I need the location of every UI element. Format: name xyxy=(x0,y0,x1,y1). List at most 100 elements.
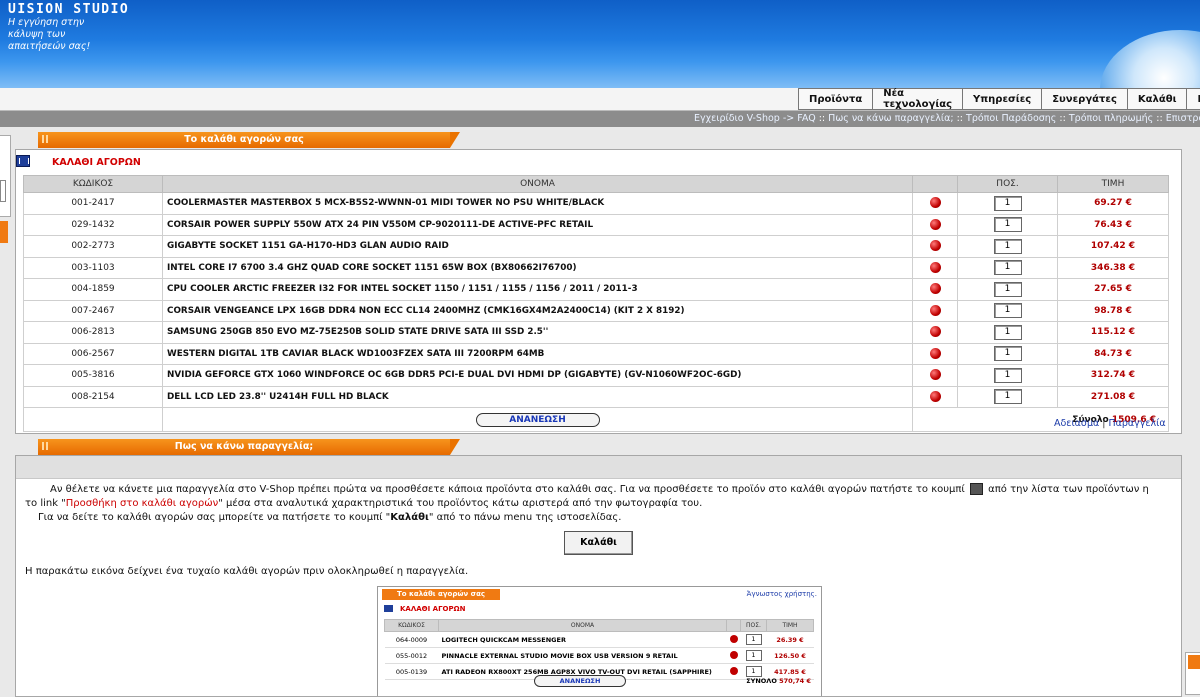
remove-item-icon[interactable] xyxy=(929,369,941,381)
empty-cart-link[interactable]: Αδειασμα xyxy=(1054,418,1099,429)
remove-item-icon[interactable] xyxy=(929,283,941,295)
info-bold-text: Καλάθι xyxy=(390,512,429,523)
row-name[interactable]: CORSAIR VENGEANCE LPX 16GB DDR4 NON ECC … xyxy=(162,299,913,322)
row-code: 001-2417 xyxy=(23,192,163,215)
row-code: 005-3816 xyxy=(23,364,163,387)
row-name[interactable]: GIGABYTE SOCKET 1151 GA-H170-HD3 GLAN AU… xyxy=(162,235,913,258)
row-code: 002-2773 xyxy=(23,235,163,258)
subnav-sep: :: xyxy=(818,113,826,124)
quantity-input[interactable]: 1 xyxy=(993,303,1022,319)
sample-table: ΚΩΔΙΚΟΣ ΟΝΟΜΑ ΠΟΣ. ΤΙΜΗ 064-0009 LOGITEC… xyxy=(384,619,814,680)
table-row: 006-2567 WESTERN DIGITAL 1TB CAVIAR BLAC… xyxy=(23,342,1169,365)
brand-logo[interactable]: UISION STUDIO xyxy=(8,2,129,17)
row-name[interactable]: CORSAIR POWER SUPPLY 550W ATX 24 PIN V55… xyxy=(162,213,913,236)
info-paragraph: Για να δείτε το καλάθι αγορών σας μπορεί… xyxy=(25,511,1181,525)
info-text-part: Για να δείτε το καλάθι αγορών σας μπορεί… xyxy=(38,512,391,523)
sample-cart-icon xyxy=(384,605,393,612)
subnav-link-delivery[interactable]: Τρόποι Παράδοσης xyxy=(966,113,1056,124)
add-to-cart-icon xyxy=(969,483,983,495)
remove-item-icon[interactable] xyxy=(929,304,941,316)
row-name[interactable]: NVIDIA GEFORCE GTX 1060 WINDFORCE OC 6GB… xyxy=(162,364,913,387)
tagline-line: Η εγγύηση στην xyxy=(8,17,85,28)
table-row: 055-0012 PINNACLE EXTERNAL STUDIO MOVIE … xyxy=(384,647,814,664)
subnav-sep: :: xyxy=(956,113,963,124)
sample-user-link: Άγνωστος χρήστης. xyxy=(746,590,817,598)
subnav-arrow: -> xyxy=(782,113,795,124)
quantity-input[interactable]: 1 xyxy=(993,367,1022,383)
sample-update-button: ΑΝΑΝΕΩΣΗ xyxy=(534,675,626,687)
remove-item-icon[interactable] xyxy=(929,197,941,209)
place-order-link[interactable]: Παραγγελία xyxy=(1108,418,1165,429)
cart-tab-title: Το καλάθι αγορών σας xyxy=(38,132,460,148)
link-separator: | xyxy=(1102,418,1106,429)
sample-total-value: 570,74 € xyxy=(779,677,811,685)
cart-button[interactable]: Καλάθι xyxy=(564,531,633,555)
quantity-input[interactable]: 1 xyxy=(993,324,1022,340)
row-price: 69.27 € xyxy=(1057,192,1169,215)
remove-item-icon[interactable] xyxy=(929,326,941,338)
row-name[interactable]: INTEL CORE I7 6700 3.4 GHZ QUAD CORE SOC… xyxy=(162,256,913,279)
cart-panel: ΚΑΛΑΘΙ ΑΓΟΡΩΝ ΚΩΔΙΚΟΣ ΟΝΟΜΑ ΠΟΣ. ΤΙΜΗ 00… xyxy=(15,149,1182,434)
row-code: 008-2154 xyxy=(23,385,163,408)
cart-links: Αδειασμα | Παραγγελία xyxy=(1054,418,1166,429)
main-nav: Προϊόντα Νέα τεχνολογίας Υπηρεσίες Συνερ… xyxy=(798,88,1200,110)
remove-item-icon[interactable] xyxy=(929,347,941,359)
cart-tab-title-text: Το καλάθι αγορών σας xyxy=(184,134,304,145)
remove-item-icon[interactable] xyxy=(929,390,941,402)
subnav-link-faq[interactable]: FAQ xyxy=(797,113,815,124)
add-to-cart-link[interactable]: Προσθήκη στο καλάθι αγορών xyxy=(66,498,218,509)
remove-item-icon[interactable] xyxy=(929,218,941,230)
quantity-input[interactable]: 1 xyxy=(993,238,1022,254)
nav-item-services[interactable]: Υπηρεσίες xyxy=(963,88,1043,110)
info-text-part: " μέσα στα αναλυτικά χαρακτηριστικά του … xyxy=(218,498,703,509)
row-price: 98.78 € xyxy=(1057,299,1169,322)
nav-item-new-tech[interactable]: Νέα τεχνολογίας xyxy=(873,88,964,110)
info-tab-title-text: Πως να κάνω παραγγελία; xyxy=(174,441,314,452)
remove-item-icon[interactable] xyxy=(929,261,941,273)
sample-tab-title: Το καλάθι αγορών σας xyxy=(382,589,500,600)
left-sidebar-stub xyxy=(0,135,11,217)
col-price: ΤΙΜΗ xyxy=(1057,175,1169,193)
row-name[interactable]: WESTERN DIGITAL 1TB CAVIAR BLACK WD1003F… xyxy=(162,342,913,365)
row-name[interactable]: CPU COOLER ARCTIC FREEZER I32 FOR INTEL … xyxy=(162,278,913,301)
subnav-link-returns[interactable]: Επιστροφές π xyxy=(1166,113,1200,124)
remove-item-icon[interactable] xyxy=(929,240,941,252)
sample-total: ΣΥΝΟΛΟ 570,74 € xyxy=(746,677,811,685)
quantity-input[interactable]: 1 xyxy=(993,260,1022,276)
tab-slant xyxy=(450,132,460,148)
subnav-link-payment[interactable]: Τρόποι πληρωμής xyxy=(1069,113,1153,124)
subnav-link-manual[interactable]: Εγχειρίδιο V-Shop xyxy=(694,113,780,124)
how-to-order-panel: Αν θέλετε να κάνετε μια παραγγελία στο V… xyxy=(15,455,1182,697)
sample-row-code: 055-0012 xyxy=(384,647,439,664)
right-tab-stub xyxy=(1188,655,1200,669)
nav-item-cart[interactable]: Καλάθι xyxy=(1127,88,1188,110)
info-paragraph: το link "Προσθήκη στο καλάθι αγορών" μέσ… xyxy=(25,497,1181,511)
left-sidebar-input-stub[interactable] xyxy=(0,180,6,202)
nav-item-products[interactable]: Προϊόντα xyxy=(798,88,874,110)
sample-qty: 1 xyxy=(745,634,762,645)
quantity-input[interactable]: 1 xyxy=(993,195,1022,211)
brand-tagline: Η εγγύηση στην κάλυψη των απαιτήσεών σας… xyxy=(8,17,118,53)
row-name[interactable]: SAMSUNG 250GB 850 EVO MZ-75E250B SOLID S… xyxy=(162,321,913,344)
info-text-part: το link " xyxy=(25,498,66,509)
nav-item-more[interactable]: Π xyxy=(1187,88,1200,110)
quantity-input[interactable]: 1 xyxy=(993,281,1022,297)
table-row: 001-2417 COOLERMASTER MASTERBOX 5 MCX-B5… xyxy=(23,192,1169,215)
sample-total-label: ΣΥΝΟΛΟ xyxy=(746,677,777,685)
sample-col-qty: ΠΟΣ. xyxy=(740,619,767,632)
cart-table: ΚΩΔΙΚΟΣ ΟΝΟΜΑ ΠΟΣ. ΤΙΜΗ 001-2417 COOLERM… xyxy=(23,175,1169,432)
quantity-input[interactable]: 1 xyxy=(993,346,1022,362)
quantity-input[interactable]: 1 xyxy=(993,389,1022,405)
row-price: 271.08 € xyxy=(1057,385,1169,408)
quantity-input[interactable]: 1 xyxy=(993,217,1022,233)
row-code: 006-2567 xyxy=(23,342,163,365)
sample-row-code: 064-0009 xyxy=(384,631,439,648)
update-cart-button[interactable]: ΑΝΑΝΕΩΣΗ xyxy=(475,412,600,427)
row-name[interactable]: COOLERMASTER MASTERBOX 5 MCX-B5S2-WWNN-0… xyxy=(162,192,913,215)
row-price: 312.74 € xyxy=(1057,364,1169,387)
right-sidebar-stub xyxy=(1185,652,1200,695)
subnav-link-how-to-order[interactable]: Πως να κάνω παραγγελία; xyxy=(828,113,953,124)
row-code: 004-1859 xyxy=(23,278,163,301)
row-name[interactable]: DELL LCD LED 23.8'' U2414H FULL HD BLACK xyxy=(162,385,913,408)
nav-item-partners[interactable]: Συνεργάτες xyxy=(1042,88,1128,110)
